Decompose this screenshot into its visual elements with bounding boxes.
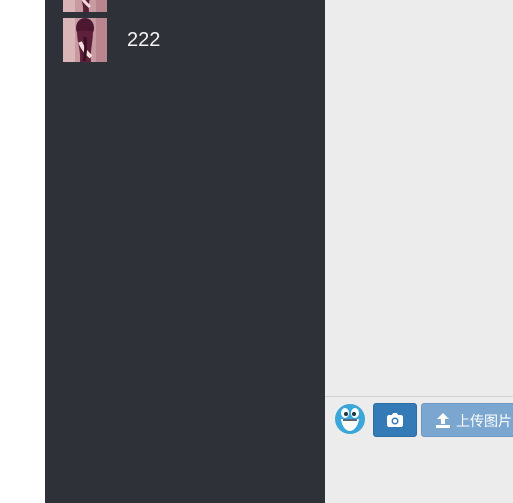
message-area xyxy=(325,0,513,396)
upload-icon xyxy=(436,413,450,428)
upload-button-label: 上传图片 xyxy=(456,413,512,429)
chat-panel: 上传图片 xyxy=(325,0,513,503)
camera-icon xyxy=(387,413,403,427)
toolbar-divider xyxy=(325,396,513,397)
contact-avatar xyxy=(63,18,107,62)
contact-avatar xyxy=(63,0,107,12)
camera-button[interactable] xyxy=(373,403,417,437)
contact-sidebar: xj 222 xyxy=(45,0,325,503)
contact-name: 222 xyxy=(127,29,161,51)
contact-item[interactable]: xj xyxy=(63,0,325,12)
profile-photo xyxy=(63,18,107,62)
contact-name: xj xyxy=(127,0,141,3)
chat-app-window: xj 222 xyxy=(0,0,513,503)
upload-image-button[interactable]: 上传图片 xyxy=(421,403,513,437)
contact-item[interactable]: 222 xyxy=(63,18,325,62)
profile-photo xyxy=(63,0,107,12)
smiley-face-icon[interactable] xyxy=(334,403,366,435)
